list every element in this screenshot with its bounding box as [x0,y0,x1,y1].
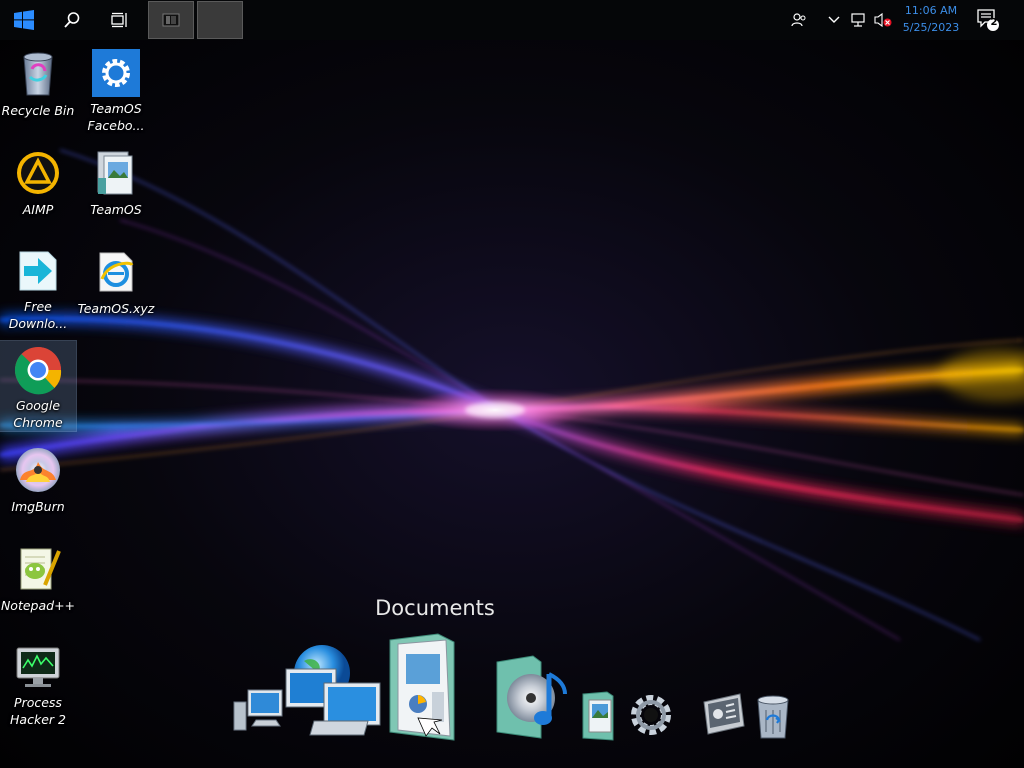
internet-explorer-icon [90,246,142,298]
dock-item-control-panel[interactable] [700,690,748,742]
free-download-manager-icon [12,246,64,296]
desktop-icon-process-hacker[interactable]: Process Hacker 2 [0,638,76,728]
taskbar: 11:06 AM 5/25/2023 2 [0,0,1024,40]
desktop-icon-label: TeamOS Facebo... [87,101,145,133]
folder-images-icon [90,147,142,199]
desktop-icon-aimp[interactable]: AIMP [0,143,76,233]
pictures-icon [582,691,614,741]
computer-icon [233,689,283,731]
desktop-icon-teamos[interactable]: TeamOS [78,143,154,233]
dock-item-music[interactable] [495,654,571,744]
desktop-icon-label: AIMP [22,202,54,217]
network-button[interactable] [848,0,870,40]
start-button[interactable] [4,0,44,40]
desktop-icon-teamos-facebook[interactable]: TeamOS Facebo... [78,44,154,134]
people-icon [791,13,806,27]
desktop-icon-google-chrome[interactable]: Google Chrome [0,340,77,432]
documents-icon [389,633,455,741]
desktop-icon-teamos-xyz[interactable]: TeamOS.xyz [78,242,154,332]
desktop-icon-label: Recycle Bin [1,103,75,118]
chrome-icon [12,345,64,395]
process-hacker-icon [12,642,64,692]
notepadpp-icon [12,543,64,595]
system-clock[interactable]: 11:06 AM 5/25/2023 [896,2,966,38]
dock-item-network[interactable] [284,643,382,745]
dock-item-computer[interactable] [232,686,286,738]
imgburn-icon [12,444,64,496]
task-view-icon [111,12,127,28]
clock-date: 5/25/2023 [902,21,960,34]
chevron-down-icon [828,16,840,23]
people-button[interactable] [786,0,812,40]
desktop-icon-label: TeamOS.xyz [77,301,155,316]
network-globe-icon [285,645,381,736]
dock-item-pictures[interactable] [581,690,617,746]
search-icon [64,12,80,28]
desktop-icon-label: Free Downlo... [8,299,68,331]
desktop-icon-label: Google Chrome [13,398,63,430]
task-view-button[interactable] [100,0,140,40]
windows-logo-icon [14,10,34,30]
music-icon [496,655,567,739]
taskbar-app-1[interactable] [148,1,194,39]
taskbar-app-2[interactable] [197,1,243,39]
settings-icon [631,695,671,735]
network-icon [851,13,865,27]
desktop-icon-label: TeamOS [90,202,142,217]
dock-tooltip-title: Documents [375,596,495,620]
dock-item-documents[interactable] [388,632,456,746]
control-panel-icon [703,693,745,735]
desktop-icon-label: ImgBurn [11,499,65,514]
volume-button[interactable] [872,0,894,40]
aimp-icon [12,147,64,199]
dock-item-recycle-bin[interactable] [752,692,794,744]
dock-item-settings[interactable] [628,692,674,742]
recycle-bin-icon [757,695,789,739]
recycle-bin-icon [12,48,64,100]
desktop-icon-free-download-manager[interactable]: Free Downlo... [0,242,76,332]
clock-time: 11:06 AM [904,4,958,17]
desktop-icon-recycle-bin[interactable]: Recycle Bin [0,44,76,134]
search-button[interactable] [52,0,92,40]
volume-muted-icon [874,12,892,28]
desktop-icon-label: Process Hacker 2 [10,695,66,727]
notification-count: 2 [990,17,998,28]
settings-gear-icon [90,48,142,98]
desktop-icon-imgburn[interactable]: ImgBurn [0,440,76,530]
desktop-icon-label: Notepad++ [0,598,76,613]
action-center-button[interactable]: 2 [974,0,1002,40]
show-hidden-icons-button[interactable] [824,0,844,40]
desktop-icon-notepadpp[interactable]: Notepad++ [0,539,76,629]
window-app-icon [162,13,180,27]
